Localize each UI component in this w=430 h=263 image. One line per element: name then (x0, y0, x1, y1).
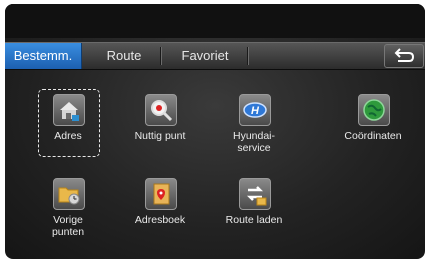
status-bar (5, 4, 425, 38)
tab-divider (247, 47, 249, 65)
tab-bar: Bestemm. Route Favoriet (5, 42, 425, 70)
back-button[interactable] (384, 44, 424, 68)
menu-item-label: Route laden (225, 214, 283, 226)
menu-item-label: Hyundai- service (232, 130, 276, 154)
menu-item-adres[interactable]: Adres (23, 89, 113, 168)
menu-item-route-laden[interactable]: Route laden (209, 174, 299, 252)
folder-clock-icon (53, 178, 85, 210)
menu-item-label: Coördinaten (344, 130, 402, 142)
menu-item-label: Vorige punten (51, 214, 85, 238)
address-book-icon (145, 178, 177, 210)
menu-item-hyundai-service[interactable]: H Hyundai- service (209, 90, 299, 168)
magnifier-pin-icon (145, 94, 177, 126)
tab-divider (160, 47, 162, 65)
tab-route[interactable]: Route (93, 43, 155, 69)
globe-icon (358, 94, 390, 126)
route-folder-icon (239, 178, 271, 210)
menu-item-coordinaten[interactable]: Coördinaten (328, 90, 418, 168)
menu-item-label: Nuttig punt (134, 130, 186, 142)
menu-item-label: Adres (54, 130, 82, 142)
back-arrow-icon (394, 48, 415, 62)
svg-text:H: H (251, 105, 260, 117)
menu-item-label: Adresboek (134, 214, 186, 226)
tab-favoriet[interactable]: Favoriet (167, 43, 243, 69)
hyundai-logo-icon: H (239, 94, 271, 126)
nav-screen: Bestemm. Route Favoriet Adres Nuttig pun… (5, 4, 425, 259)
menu-item-adresboek[interactable]: Adresboek (115, 174, 205, 252)
house-icon (53, 94, 85, 126)
menu-item-nuttig-punt[interactable]: Nuttig punt (115, 90, 205, 168)
menu-item-vorige-punten[interactable]: Vorige punten (23, 174, 113, 252)
tab-bestemm[interactable]: Bestemm. (5, 43, 82, 69)
